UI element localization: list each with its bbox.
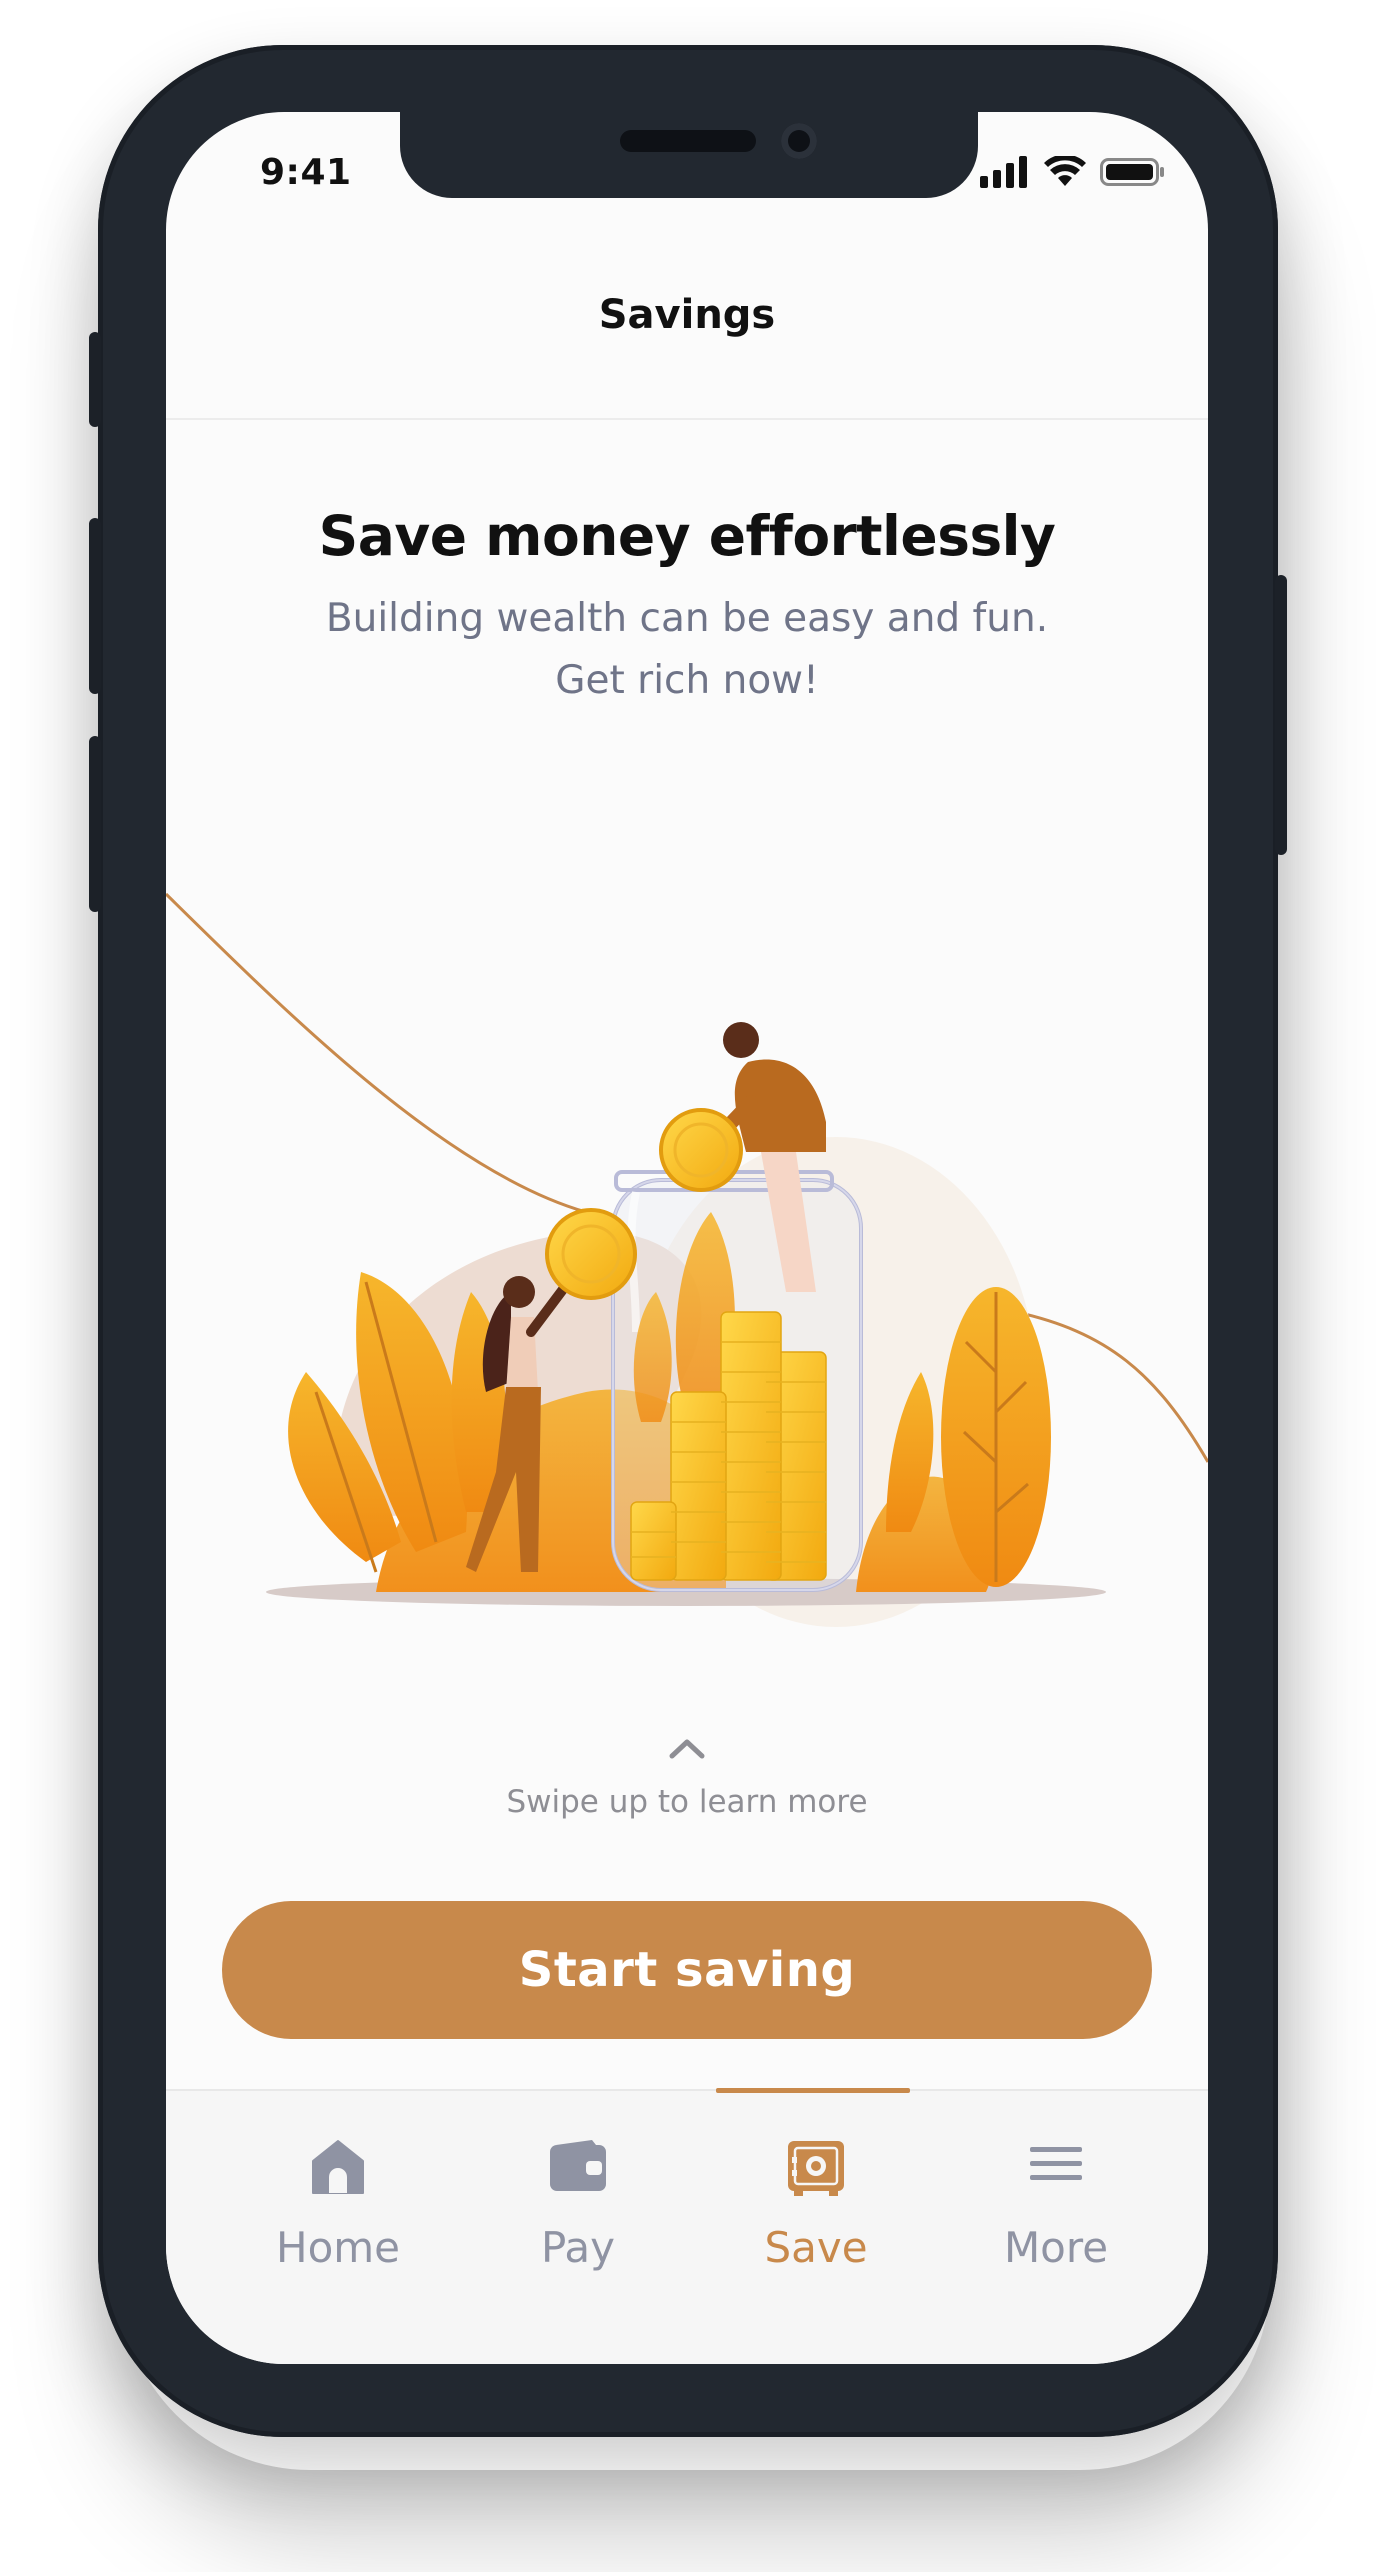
volume-down-button <box>89 736 101 912</box>
hero-subtitle-line1: Building wealth can be easy and fun. <box>325 596 1049 641</box>
status-icons <box>980 156 1166 188</box>
volume-up-button <box>89 518 101 694</box>
tab-label-more: More <box>1003 2223 1109 2272</box>
swipe-hint: Swipe up to learn more <box>506 1784 868 1820</box>
savings-jar-illustration <box>166 892 1208 1627</box>
cellular-signal-icon <box>980 156 1027 188</box>
tab-bar: Home Pay Save More <box>166 2088 1208 2364</box>
tab-pay[interactable]: Pay <box>458 2091 698 2291</box>
battery-icon <box>1100 158 1164 186</box>
header-divider <box>166 418 1208 420</box>
tab-save[interactable]: Save <box>696 2091 936 2291</box>
wifi-icon <box>1044 156 1086 186</box>
page-title: Savings <box>598 292 776 338</box>
chevron-up-icon[interactable] <box>669 1737 705 1759</box>
home-icon <box>312 2140 364 2194</box>
tab-label-home: Home <box>275 2223 401 2272</box>
front-camera <box>781 123 817 159</box>
wallet-icon <box>550 2140 606 2191</box>
hero-subtitle-line2: Get rich now! <box>555 658 819 703</box>
app-screen: 9:41 Savings Save money effortlessly Bui… <box>166 112 1208 2364</box>
silent-switch <box>89 332 101 427</box>
start-saving-button[interactable]: Start saving <box>222 1901 1152 2039</box>
tab-home[interactable]: Home <box>218 2091 458 2291</box>
status-time: 9:41 <box>260 152 352 193</box>
menu-icon <box>1030 2147 1082 2180</box>
speaker-grille <box>620 130 756 152</box>
tab-more[interactable]: More <box>936 2091 1176 2291</box>
hero-headline: Save money effortlessly <box>318 504 1056 568</box>
notch <box>400 112 978 198</box>
tab-label-pay: Pay <box>540 2223 616 2272</box>
power-button <box>1275 575 1287 855</box>
tab-label-save: Save <box>764 2223 868 2272</box>
safe-icon <box>788 2141 844 2196</box>
